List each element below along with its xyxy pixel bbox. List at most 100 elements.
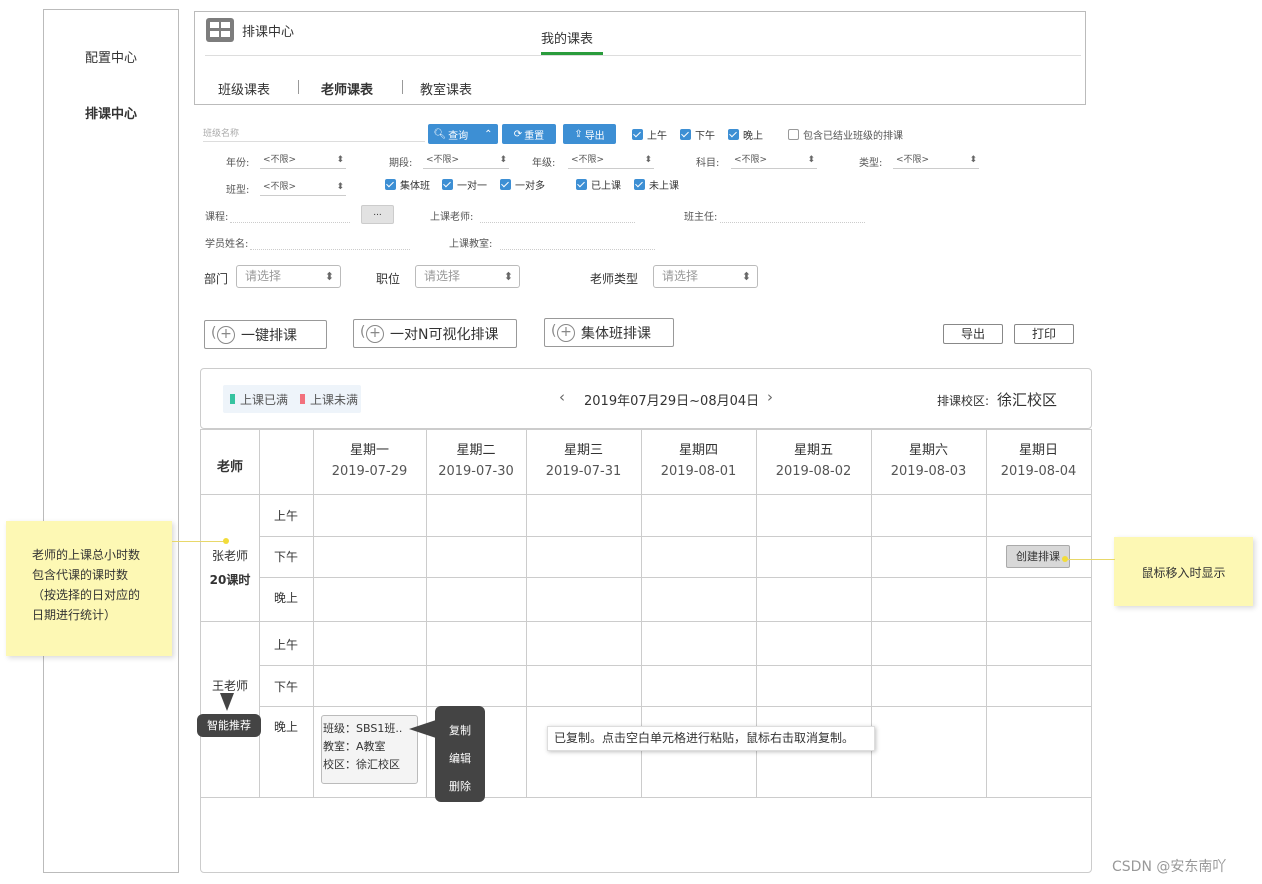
sidebar-item-schedule[interactable]: 排课中心 xyxy=(44,103,178,122)
arrow-down-icon xyxy=(220,693,234,711)
head-teacher-input[interactable] xyxy=(720,222,865,223)
note-hours-explanation: 老师的上课总小时数 包含代课的课时数 （按选择的日对应的 日期进行统计） xyxy=(6,521,172,656)
export-button[interactable]: 导出 xyxy=(943,324,1003,344)
year-label: 年份: xyxy=(226,158,250,169)
type-select[interactable]: <不限> xyxy=(893,151,979,169)
one-click-schedule-button[interactable]: +一键排课 xyxy=(204,320,327,349)
tab-my-schedule[interactable]: 我的课表 xyxy=(541,28,593,47)
course-card-room: 教室：A教室 xyxy=(323,740,386,753)
chevron-up-icon: ⌃ xyxy=(484,128,493,140)
dept-label: 部门 xyxy=(204,272,229,286)
subtab-classroom[interactable]: 教室课表 xyxy=(420,79,472,98)
room-input[interactable] xyxy=(500,249,655,250)
period-afternoon: 下午 xyxy=(273,680,298,694)
create-schedule-button[interactable]: 创建排课 xyxy=(1006,545,1070,568)
legend-not-full-label: 上课未满 xyxy=(310,393,359,407)
filter-export-button[interactable]: ⇪ 导出 xyxy=(563,124,616,144)
legend-not-full-swatch xyxy=(300,394,305,404)
refresh-icon: ⟳ xyxy=(513,128,523,140)
group-class-schedule-button[interactable]: +集体班排课 xyxy=(544,318,674,347)
smart-recommend-button[interactable]: 智能推荐 xyxy=(197,714,261,737)
class-name-input[interactable]: 班级名称 xyxy=(203,126,425,142)
dept-select[interactable]: 请选择 xyxy=(236,265,341,288)
context-menu: 复制 编辑 删除 xyxy=(435,706,485,802)
head-teacher-label: 班主任: xyxy=(684,212,718,223)
note-connector xyxy=(1065,559,1115,560)
teacher-hours: 20课时 xyxy=(209,573,251,587)
calendar-header: 上课已满 上课未满 ‹ 2019年07月29日~08月04日 › 排课校区: 徐… xyxy=(200,368,1092,429)
note-hover: 鼠标移入时显示 xyxy=(1114,537,1253,606)
add-icon: + xyxy=(360,324,384,343)
teacher-type-select[interactable]: 请选择 xyxy=(653,265,758,288)
class-type-select[interactable]: <不限> xyxy=(260,178,346,196)
campus-label: 排课校区: xyxy=(937,394,990,408)
group-class-checkbox[interactable]: 集体班 xyxy=(385,177,430,192)
teacher-input[interactable] xyxy=(480,222,635,223)
chevron-right-icon[interactable]: › xyxy=(767,388,773,406)
period-select[interactable]: <不限> xyxy=(423,151,509,169)
grid-icon xyxy=(206,18,234,42)
divider xyxy=(205,55,1081,56)
afternoon-checkbox[interactable]: 下午 xyxy=(680,127,715,142)
evening-checkbox[interactable]: 晚上 xyxy=(728,127,763,142)
day-header-tue: 星期二 xyxy=(456,443,496,458)
teacher-type-label: 老师类型 xyxy=(590,272,639,286)
teacher-column-header: 老师 xyxy=(216,460,243,475)
note-connector xyxy=(172,541,226,542)
morning-checkbox[interactable]: 上午 xyxy=(632,127,667,142)
period-evening: 晚上 xyxy=(273,720,298,734)
period-morning: 上午 xyxy=(273,638,298,652)
subtab-class[interactable]: 班级课表 xyxy=(218,79,270,98)
date-header-wed: 2019-07-31 xyxy=(545,464,622,479)
menu-delete[interactable]: 删除 xyxy=(435,778,485,794)
period-morning: 上午 xyxy=(273,509,298,523)
teacher-label: 上课老师: xyxy=(430,212,474,223)
course-card[interactable]: 班级：SBS1班.. 教室：A教室 校区：徐汇校区 xyxy=(321,715,418,784)
one-to-n-schedule-button[interactable]: +一对N可视化排课 xyxy=(353,319,517,348)
day-header-wed: 星期三 xyxy=(563,443,603,458)
course-card-class: 班级：SBS1班.. xyxy=(323,722,403,735)
student-input[interactable] xyxy=(250,249,410,250)
date-header-sun: 2019-08-04 xyxy=(1000,464,1077,479)
student-label: 学员姓名: xyxy=(205,239,249,250)
subject-select[interactable]: <不限> xyxy=(731,151,817,169)
not-attended-checkbox[interactable]: 未上课 xyxy=(634,177,679,192)
course-input[interactable] xyxy=(230,222,350,223)
copied-tooltip: 已复制。点击空白单元格进行粘贴，鼠标右击取消复制。 xyxy=(547,726,875,751)
teacher-name: 王老师 xyxy=(211,679,248,693)
watermark: CSDN @安东南吖 xyxy=(1112,859,1227,875)
grade-select[interactable]: <不限> xyxy=(568,151,654,169)
day-header-fri: 星期五 xyxy=(793,443,833,458)
one-to-many-checkbox[interactable]: 一对多 xyxy=(500,177,545,192)
date-header-fri: 2019-08-02 xyxy=(775,464,852,479)
include-graduated-checkbox[interactable]: 包含已结业班级的排课 xyxy=(788,127,903,142)
position-select[interactable]: 请选择 xyxy=(415,265,520,288)
period-label: 期段: xyxy=(389,158,413,169)
campus-value[interactable]: 徐汇校区 xyxy=(997,389,1057,410)
period-evening: 晚上 xyxy=(273,591,298,605)
legend-full-swatch xyxy=(230,394,235,404)
date-header-tue: 2019-07-30 xyxy=(438,464,514,479)
print-button[interactable]: 打印 xyxy=(1014,324,1074,344)
date-header-sat: 2019-08-03 xyxy=(890,464,967,479)
upload-icon: ⇪ xyxy=(574,128,583,140)
day-header-mon: 星期一 xyxy=(349,443,389,458)
sidebar-item-config[interactable]: 配置中心 xyxy=(44,47,178,66)
menu-edit[interactable]: 编辑 xyxy=(435,750,485,766)
year-select[interactable]: <不限> xyxy=(260,151,346,169)
type-label: 类型: xyxy=(859,158,883,169)
menu-pointer xyxy=(409,720,436,738)
chevron-left-icon[interactable]: ‹ xyxy=(559,388,565,406)
one-to-one-checkbox[interactable]: 一对一 xyxy=(442,177,487,192)
grade-label: 年级: xyxy=(532,158,556,169)
room-label: 上课教室: xyxy=(449,239,493,250)
attended-checkbox[interactable]: 已上课 xyxy=(576,177,621,192)
course-card-campus: 校区：徐汇校区 xyxy=(323,758,400,771)
reset-button[interactable]: ⟳ 重置 xyxy=(502,124,556,144)
schedule-grid: 老师 星期一 2019-07-29 星期二 2019-07-30 星期三 201… xyxy=(197,429,1092,873)
course-more-button[interactable]: ... xyxy=(361,205,394,224)
day-header-thu: 星期四 xyxy=(678,443,718,458)
subtab-teacher[interactable]: 老师课表 xyxy=(321,79,373,98)
menu-copy[interactable]: 复制 xyxy=(435,722,485,738)
query-button[interactable]: 🔍︎ 查询 ⌃ xyxy=(428,124,498,144)
